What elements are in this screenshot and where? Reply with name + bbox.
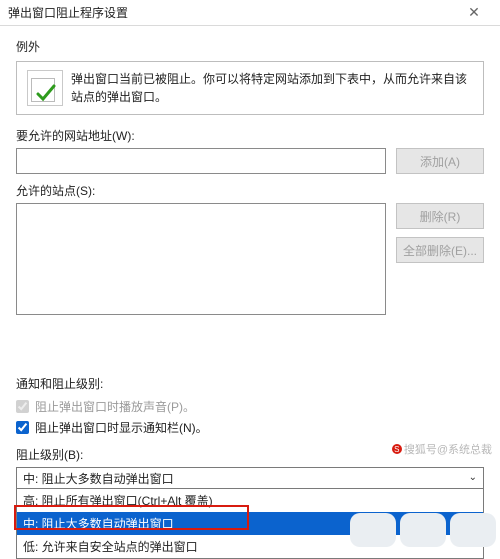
remove-all-button[interactable]: 全部删除(E)...	[396, 237, 484, 263]
chevron-down-icon: ⌄	[469, 472, 477, 483]
close-icon: ✕	[468, 4, 480, 21]
sound-checkbox[interactable]	[16, 400, 29, 413]
add-button[interactable]: 添加(A)	[396, 148, 484, 174]
decorative-blobs	[350, 507, 500, 551]
blocked-popup-icon	[27, 70, 63, 106]
window-title: 弹出窗口阻止程序设置	[8, 4, 128, 21]
close-button[interactable]: ✕	[454, 0, 494, 26]
address-input[interactable]	[16, 148, 386, 174]
allowed-label: 允许的站点(S):	[16, 182, 484, 199]
sohu-logo-icon: S	[392, 444, 402, 454]
bar-checkbox-row[interactable]: 阻止弹出窗口时显示通知栏(N)。	[16, 419, 484, 436]
title-bar: 弹出窗口阻止程序设置 ✕	[0, 0, 500, 26]
remove-button[interactable]: 删除(R)	[396, 203, 484, 229]
level-selected-value: 中: 阻止大多数自动弹出窗口	[23, 470, 174, 487]
bar-checkbox-label: 阻止弹出窗口时显示通知栏(N)。	[35, 419, 208, 436]
watermark: S 搜狐号@系统总裁	[390, 441, 494, 457]
allowed-list[interactable]	[16, 203, 386, 315]
sound-checkbox-label: 阻止弹出窗口时播放声音(P)。	[35, 398, 195, 415]
address-label: 要允许的网站地址(W):	[16, 127, 484, 144]
exceptions-heading: 例外	[16, 38, 484, 55]
info-text: 弹出窗口当前已被阻止。你可以将特定网站添加到下表中，从而允许来自该站点的弹出窗口…	[71, 70, 473, 106]
level-select[interactable]: 中: 阻止大多数自动弹出窗口 ⌄	[16, 467, 484, 489]
bar-checkbox[interactable]	[16, 421, 29, 434]
notify-heading: 通知和阻止级别:	[16, 375, 484, 392]
sound-checkbox-row[interactable]: 阻止弹出窗口时播放声音(P)。	[16, 398, 484, 415]
info-box: 弹出窗口当前已被阻止。你可以将特定网站添加到下表中，从而允许来自该站点的弹出窗口…	[16, 61, 484, 115]
